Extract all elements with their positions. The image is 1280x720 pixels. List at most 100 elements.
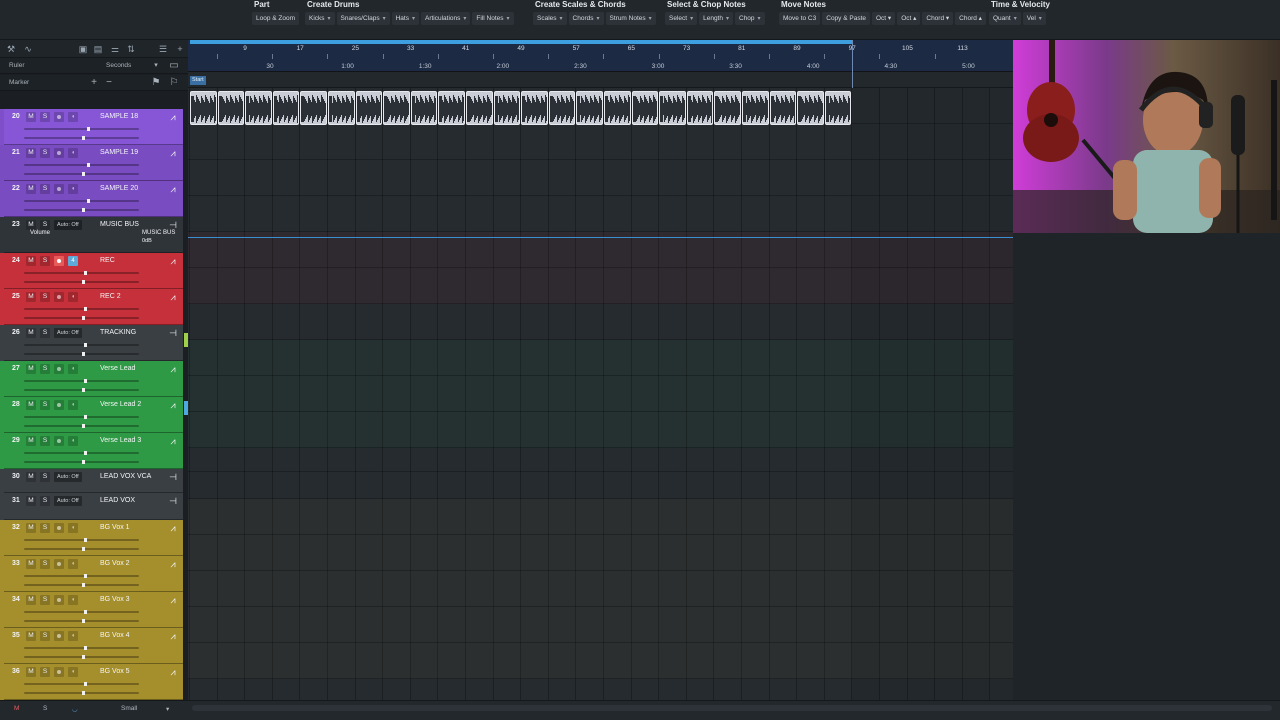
track-header[interactable]: 21 M S ◖ SAMPLE 19 ⩘ — [4, 145, 183, 181]
track-header[interactable]: 20 M S ◖ SAMPLE 18 ⩘ — [4, 109, 183, 145]
monitor-button[interactable]: ◖ — [68, 184, 78, 194]
audio-clip[interactable] — [300, 91, 327, 125]
mute-button[interactable]: M — [26, 220, 36, 230]
toolbar-button[interactable]: Move to C3 — [779, 12, 821, 25]
track-name[interactable]: SAMPLE 20 — [100, 185, 138, 192]
volume-fader[interactable] — [24, 127, 139, 131]
monitor-button[interactable]: ◖ — [68, 148, 78, 158]
automation-parameter[interactable]: Volume — [30, 230, 50, 236]
chevron-down-icon[interactable]: ▾ — [150, 60, 162, 72]
track-name[interactable]: LEAD VOX — [100, 497, 135, 504]
solo-button[interactable]: S — [40, 364, 50, 374]
toolbar-button[interactable]: Articulations — [420, 12, 471, 25]
pan-fader[interactable] — [24, 388, 139, 392]
toolbar-button[interactable]: Chord ▴ — [955, 12, 986, 25]
monitor-icon[interactable]: ◡ — [72, 705, 78, 713]
solo-button[interactable]: S — [40, 472, 50, 482]
track-header[interactable]: 25 M S ◖ REC 2 ⩘ — [4, 289, 183, 325]
add-marker-icon[interactable]: + — [88, 77, 100, 89]
loop-end-marker[interactable] — [852, 40, 853, 88]
solo-button[interactable]: S — [40, 328, 50, 338]
fader-knob[interactable] — [83, 451, 87, 455]
volume-fader[interactable] — [24, 610, 139, 614]
waveform-icon[interactable]: ⩘ — [167, 559, 179, 569]
track-name[interactable]: MUSIC BUS — [100, 221, 139, 228]
chevron-down-icon[interactable]: ▾ — [166, 705, 169, 713]
record-arm-button[interactable] — [54, 148, 64, 158]
audio-clip[interactable] — [659, 91, 686, 125]
audio-clip[interactable] — [272, 91, 300, 125]
monitor-button[interactable]: ◖ — [68, 523, 78, 533]
loop-range-bar[interactable] — [190, 40, 852, 44]
fader-knob[interactable] — [87, 127, 91, 131]
wrench-icon[interactable]: ⚒ — [5, 43, 17, 55]
routing-icon[interactable]: ⊣ — [167, 328, 179, 338]
group-icon[interactable]: ⚌ — [109, 43, 121, 55]
audio-clip[interactable] — [245, 91, 272, 125]
record-arm-button[interactable] — [54, 595, 64, 605]
solo-button[interactable]: S — [40, 595, 50, 605]
toolbar-button[interactable]: Kicks — [305, 12, 335, 25]
toolbar-button[interactable]: Copy & Paste — [822, 12, 870, 25]
mute-button[interactable]: M — [26, 256, 36, 266]
toolbar-button[interactable]: Hats — [391, 12, 419, 25]
volume-fader[interactable] — [24, 574, 139, 578]
marker-view-icon[interactable]: ⚑ — [150, 77, 162, 89]
solo-button[interactable]: S — [40, 559, 50, 569]
volume-fader[interactable] — [24, 646, 139, 650]
waveform-icon[interactable]: ⩘ — [167, 667, 179, 677]
audio-clip[interactable] — [769, 91, 797, 125]
monitor-button[interactable]: ◖ — [68, 559, 78, 569]
audio-clip[interactable] — [631, 91, 659, 125]
waveform-icon[interactable]: ⩘ — [167, 595, 179, 605]
remove-marker-icon[interactable]: − — [103, 77, 115, 89]
mute-button[interactable]: M — [26, 631, 36, 641]
volume-fader[interactable] — [24, 379, 139, 383]
pan-fader[interactable] — [24, 280, 139, 284]
fader-knob[interactable] — [83, 271, 87, 275]
track-header[interactable]: 29 M S ◖ Verse Lead 3 ⩘ — [4, 433, 183, 469]
solo-all-button[interactable]: S — [43, 705, 47, 712]
solo-button[interactable]: S — [40, 148, 50, 158]
track-header[interactable]: 32 M S ◖ BG Vox 1 ⩘ — [4, 520, 183, 556]
solo-button[interactable]: S — [40, 523, 50, 533]
record-arm-button[interactable] — [54, 436, 64, 446]
mute-button[interactable]: M — [26, 292, 36, 302]
pan-fader[interactable] — [24, 208, 139, 212]
pan-fader[interactable] — [24, 691, 139, 695]
audio-clip[interactable] — [548, 91, 576, 125]
audio-clip[interactable] — [383, 91, 410, 125]
audio-clip[interactable] — [686, 91, 714, 125]
inspector-icon[interactable]: ▣ — [77, 43, 89, 55]
track-name[interactable]: LEAD VOX VCA — [100, 473, 151, 480]
volume-fader[interactable] — [24, 415, 139, 419]
monitor-button[interactable]: ◖ — [68, 667, 78, 677]
volume-fader[interactable] — [24, 343, 139, 347]
volume-fader[interactable] — [24, 538, 139, 542]
track-name[interactable]: TRACKING — [100, 329, 136, 336]
track-header[interactable]: 31 M S Auto: Off LEAD VOX ⊣ — [4, 493, 183, 520]
monitor-button[interactable]: ◖ — [68, 631, 78, 641]
list-icon[interactable]: ☰ — [157, 43, 169, 55]
fader-knob[interactable] — [81, 655, 85, 659]
mute-button[interactable]: M — [26, 496, 36, 506]
mute-button[interactable]: M — [26, 595, 36, 605]
record-arm-button[interactable] — [54, 400, 64, 410]
waveform-icon[interactable]: ⩘ — [167, 184, 179, 194]
folder-icon[interactable]: ▤ — [92, 43, 104, 55]
track-header[interactable]: 34 M S ◖ BG Vox 3 ⩘ — [4, 592, 183, 628]
audio-clip[interactable] — [576, 91, 603, 125]
toolbar-button[interactable]: Quant — [989, 12, 1021, 25]
track-name[interactable]: Verse Lead 3 — [100, 437, 141, 444]
toolbar-button[interactable]: Strum Notes — [605, 12, 656, 25]
audio-clip[interactable] — [714, 91, 741, 125]
audio-clip[interactable] — [217, 91, 245, 125]
solo-button[interactable]: S — [40, 220, 50, 230]
track-header[interactable]: 27 M S ◖ Verse Lead ⩘ — [4, 361, 183, 397]
waveform-icon[interactable]: ⩘ — [167, 436, 179, 446]
fader-knob[interactable] — [81, 136, 85, 140]
fader-knob[interactable] — [83, 415, 87, 419]
track-name[interactable]: SAMPLE 19 — [100, 149, 138, 156]
toolbar-button[interactable]: Scales — [533, 12, 567, 25]
fader-knob[interactable] — [81, 460, 85, 464]
